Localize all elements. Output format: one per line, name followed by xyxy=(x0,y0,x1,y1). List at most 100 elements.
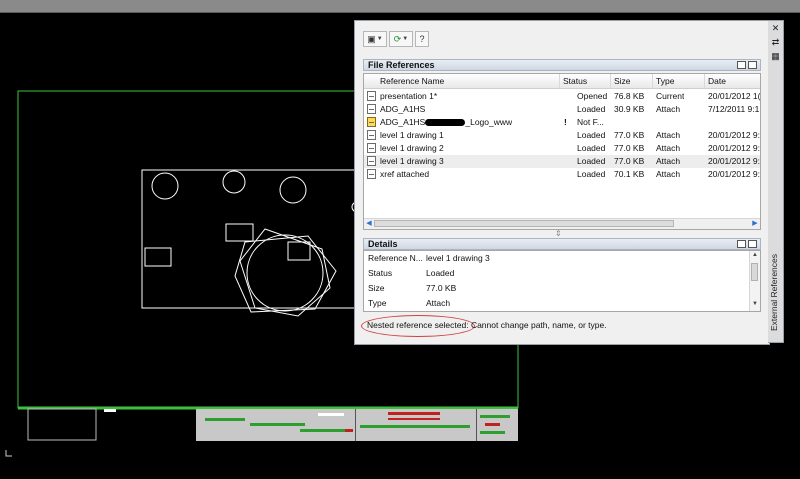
small-rect-2 xyxy=(225,223,254,242)
circle-1 xyxy=(151,172,179,200)
list-view-icon[interactable] xyxy=(737,61,746,69)
detail-row: Size 77.0 KB xyxy=(368,281,748,296)
title-mark-2 xyxy=(250,423,305,426)
ref-status: Not F... xyxy=(577,117,604,127)
ref-status: Loaded xyxy=(577,169,606,179)
table-row-selected[interactable]: level 1 drawing 3 Loaded 77.0 KB Attach … xyxy=(364,155,760,168)
ref-date: 7/12/2011 9:1 xyxy=(708,104,760,114)
ref-name: level 1 drawing 3 xyxy=(380,156,444,166)
ref-name: level 1 drawing 2 xyxy=(380,143,444,153)
ref-type: Attach xyxy=(656,156,681,166)
scroll-right-icon[interactable]: ▶ xyxy=(750,219,760,229)
scroll-up-icon[interactable]: ▲ xyxy=(750,252,760,261)
detail-label: Type xyxy=(368,298,387,308)
title-mark-8 xyxy=(104,409,116,412)
dwg-file-icon xyxy=(367,104,376,114)
close-icon[interactable]: ✕ xyxy=(771,24,780,33)
ref-size: 70.1 KB xyxy=(614,169,645,179)
ref-name: ADG_A1HS _Logo_www xyxy=(380,116,512,129)
properties-icon[interactable]: ▦ xyxy=(771,52,780,61)
ref-name-suffix: _Logo_www xyxy=(465,117,513,127)
title-mark-4 xyxy=(318,413,344,416)
chevron-down-icon: ▼ xyxy=(402,36,409,42)
ref-name: level 1 drawing 1 xyxy=(380,130,444,140)
table-row[interactable]: level 1 drawing 1 Loaded 77.0 KB Attach … xyxy=(364,129,760,142)
external-references-palette: ▣ ▼ ⟳ ▼ ? File References Reference Name S… xyxy=(354,20,770,345)
scroll-thumb[interactable] xyxy=(751,263,758,281)
detail-value[interactable]: level 1 drawing 3 xyxy=(426,251,490,266)
file-references-list: Reference Name Status Size Type Date pre… xyxy=(363,73,761,230)
detail-value: Loaded xyxy=(426,268,455,278)
not-found-icon: ! xyxy=(564,117,567,127)
ref-type: Attach xyxy=(656,169,681,179)
ref-size: 77.0 KB xyxy=(614,156,645,166)
table-row[interactable]: ADG_A1HS _Logo_www ! Not F... xyxy=(364,116,760,129)
ref-size: 76.8 KB xyxy=(614,91,645,101)
detail-value: Attach xyxy=(426,298,451,308)
title-divider-1 xyxy=(355,409,356,441)
warning-file-icon xyxy=(367,117,376,127)
title-mark-red-1 xyxy=(345,429,353,432)
ref-size: 77.0 KB xyxy=(614,143,645,153)
circle-3 xyxy=(279,176,307,204)
table-row[interactable]: xref attached Loaded 70.1 KB Attach 20/0… xyxy=(364,168,760,181)
help-button[interactable]: ? xyxy=(415,31,429,47)
ref-name: presentation 1* xyxy=(380,91,438,101)
col-reference-name[interactable]: Reference Name xyxy=(364,74,560,88)
ucs-icon xyxy=(5,450,12,457)
col-type[interactable]: Type xyxy=(653,74,705,88)
horizontal-scrollbar[interactable]: ◀ ▶ xyxy=(364,218,760,229)
small-rect-3 xyxy=(287,241,311,261)
table-row[interactable]: ADG_A1HS Loaded 30.9 KB Attach 7/12/2011… xyxy=(364,103,760,116)
ref-size: 30.9 KB xyxy=(614,104,645,114)
ref-status: Loaded xyxy=(577,104,606,114)
table-row[interactable]: level 1 drawing 2 Loaded 77.0 KB Attach … xyxy=(364,142,760,155)
file-references-header: File References xyxy=(363,59,761,71)
tree-view-icon[interactable] xyxy=(748,61,757,69)
status-message: Nested reference selected: Cannot change… xyxy=(367,320,607,330)
dwg-file-icon xyxy=(367,91,376,101)
title-divider-2 xyxy=(476,409,477,441)
refresh-icon: ⟳ xyxy=(393,33,402,44)
preview-view-icon[interactable] xyxy=(748,240,757,248)
chevron-down-icon: ▼ xyxy=(376,36,383,42)
scroll-thumb[interactable] xyxy=(374,220,674,227)
details-view-icon[interactable] xyxy=(737,240,746,248)
details-header: Details xyxy=(363,238,761,250)
title-mark-red-4 xyxy=(485,423,500,426)
scroll-left-icon[interactable]: ◀ xyxy=(364,219,374,229)
auto-hide-icon[interactable]: ⇄ xyxy=(771,38,780,47)
detail-row: Reference N... level 1 drawing 3 xyxy=(368,251,748,266)
ref-type: Attach xyxy=(656,143,681,153)
panel-splitter-icon[interactable]: ⇕ xyxy=(555,229,562,238)
details-vertical-scrollbar[interactable]: ▲ ▼ xyxy=(749,251,760,311)
column-headers: Reference Name Status Size Type Date xyxy=(364,74,760,89)
center-circle xyxy=(246,234,324,312)
refresh-button[interactable]: ⟳ ▼ xyxy=(389,31,413,47)
scroll-down-icon[interactable]: ▼ xyxy=(750,301,760,310)
palette-toolbar: ▣ ▼ ⟳ ▼ ? xyxy=(363,30,429,48)
detail-row: Status Loaded xyxy=(368,266,748,281)
ref-date: 20/01/2012 9: xyxy=(708,143,760,153)
title-mark-6 xyxy=(480,415,510,418)
detail-label: Size xyxy=(368,283,385,293)
attach-dwg-button[interactable]: ▣ ▼ xyxy=(363,31,387,47)
help-icon: ? xyxy=(419,34,425,44)
circle-2 xyxy=(222,170,246,194)
palette-title: External References xyxy=(769,253,779,331)
file-references-title: File References xyxy=(368,60,435,70)
detail-label: Reference N... xyxy=(368,253,423,263)
col-status[interactable]: Status xyxy=(560,74,611,88)
col-date[interactable]: Date xyxy=(705,74,760,88)
detail-label: Status xyxy=(368,268,393,278)
ref-status: Loaded xyxy=(577,130,606,140)
ref-name: ADG_A1HS xyxy=(380,104,426,114)
col-size[interactable]: Size xyxy=(611,74,653,88)
detail-value: 77.0 KB xyxy=(426,283,457,293)
ref-status: Loaded xyxy=(577,156,606,166)
detail-row: Type Attach xyxy=(368,296,748,311)
table-row[interactable]: presentation 1* Opened 76.8 KB Current 2… xyxy=(364,90,760,103)
attach-dwg-icon: ▣ xyxy=(367,33,376,44)
palette-title-bar[interactable]: ✕ ⇄ ▦ External References xyxy=(768,20,784,343)
ref-status: Loaded xyxy=(577,143,606,153)
